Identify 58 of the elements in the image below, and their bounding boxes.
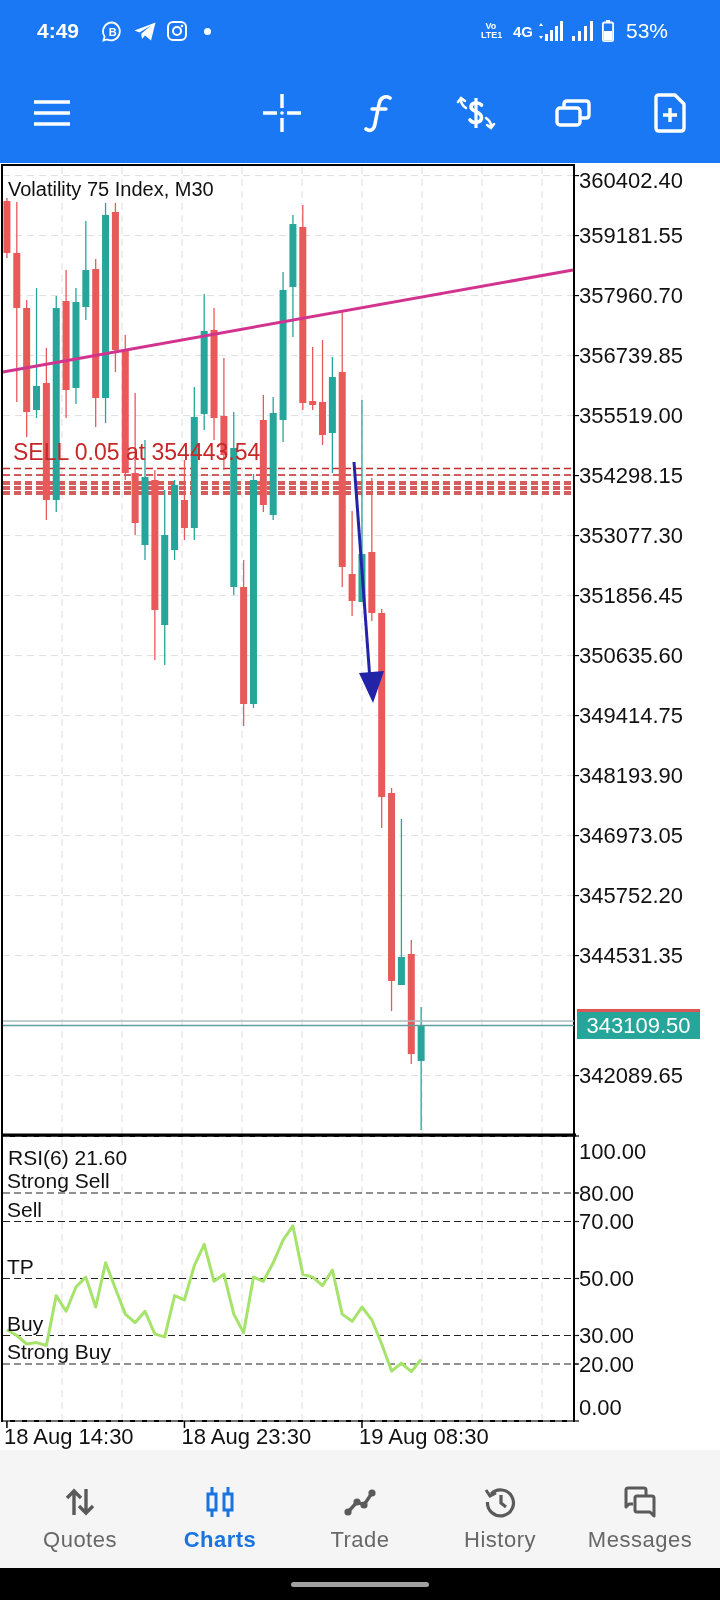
candlestick-icon [204, 1486, 236, 1518]
price-label: 349414.75 [579, 703, 683, 729]
axis-label: 30.00 [579, 1323, 635, 1348]
time-label: 18 Aug 14:30 [3, 1424, 134, 1449]
price-label: 346973.05 [579, 823, 683, 849]
level-label: Strong Buy [7, 1340, 111, 1363]
chart-title: Volatility 75 Index, M30 [8, 178, 214, 200]
price-label: 348193.90 [579, 763, 683, 789]
indicator-title: RSI(6) 21.60 [8, 1146, 128, 1169]
battery-icon [601, 20, 614, 42]
line-chart-icon [344, 1486, 376, 1518]
price-label: 356739.85 [579, 343, 683, 369]
history-icon [484, 1486, 516, 1518]
home-indicator[interactable] [291, 1581, 429, 1587]
price-label: 344531.35 [579, 943, 683, 969]
nav-tab[interactable]: Quotes [10, 1450, 150, 1568]
price-label: 360402.40 [579, 167, 683, 193]
candle [309, 346, 317, 411]
price-badge: 343109.50 [577, 1012, 700, 1039]
axis-label: 50.00 [579, 1266, 635, 1291]
level-label: Sell [7, 1197, 43, 1221]
signal-icon [536, 21, 564, 41]
nav-tab[interactable]: Trade [290, 1450, 430, 1568]
axis-label: 100.00 [579, 1138, 647, 1164]
axis-label: 0.00 [579, 1394, 622, 1420]
paper-plane-icon [134, 21, 157, 41]
nav-tab[interactable]: Messages [570, 1450, 710, 1568]
price-label: 357960.70 [579, 283, 683, 309]
price-label: 355519.00 [579, 403, 683, 429]
signal-icon [571, 21, 594, 41]
price-label: 350635.60 [579, 643, 683, 669]
camera-icon [167, 21, 188, 41]
level-label: Strong Sell [7, 1169, 110, 1192]
axis-label: 80.00 [579, 1180, 635, 1206]
volte-indicator: Vo LTE1 [480, 22, 501, 40]
nav-tab[interactable]: Charts [150, 1450, 290, 1568]
price-label: 345752.20 [579, 883, 683, 909]
price-label: 342089.65 [579, 1063, 683, 1089]
price-label: 353077.30 [579, 523, 683, 549]
price-label: 359181.55 [579, 223, 683, 249]
up-down-arrows-icon [64, 1486, 96, 1518]
time-label: 18 Aug 23:30 [181, 1424, 312, 1449]
notification-dot-icon [204, 27, 212, 35]
menu-icon[interactable] [34, 99, 70, 126]
nav-tab[interactable]: History [430, 1450, 570, 1568]
level-label: Buy [7, 1311, 44, 1335]
chat-bubbles-icon [624, 1486, 656, 1518]
status-time: 4:49 [37, 19, 80, 43]
network-type: 4G [512, 22, 533, 40]
level-label: TP [7, 1254, 34, 1278]
axis-label: 70.00 [579, 1209, 635, 1234]
price-label: 354298.15 [579, 463, 683, 489]
price-label: 351856.45 [579, 583, 683, 609]
battery-percent: 53% [625, 19, 668, 43]
crosshair-icon[interactable] [262, 92, 302, 133]
time-label: 19 Aug 08:30 [358, 1424, 489, 1449]
axis-label: 20.00 [579, 1351, 635, 1377]
chat-bubble-icon: B [102, 20, 124, 42]
